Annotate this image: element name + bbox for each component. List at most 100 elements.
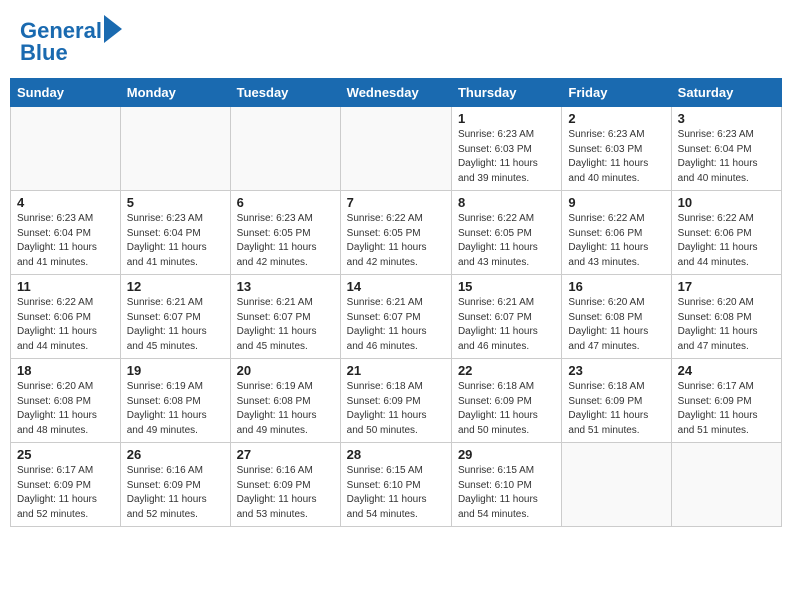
day-number: 18 [17,363,114,378]
day-number: 16 [568,279,664,294]
day-number: 20 [237,363,334,378]
day-number: 25 [17,447,114,462]
day-number: 13 [237,279,334,294]
col-header-sunday: Sunday [11,79,121,107]
calendar-cell: 8Sunrise: 6:22 AM Sunset: 6:05 PM Daylig… [451,191,561,275]
calendar-cell: 6 Sunrise: 6:23 AM Sunset: 6:05 PM Daylig… [230,191,340,275]
day-number: 5 [127,195,224,210]
calendar-cell: 12 Sunrise: 6:21 AM Sunset: 6:07 PM Dayli… [120,275,230,359]
calendar-cell: 4 Sunrise: 6:23 AM Sunset: 6:04 PM Daylig… [11,191,121,275]
day-number: 6 [237,195,334,210]
day-info: Sunrise: 6:21 AM Sunset: 6:07 PM Dayligh… [347,296,445,354]
day-number: 14 [347,279,445,294]
day-info: Sunrise: 6:23 AM Sunset: 6:04 PM Dayligh… [17,212,114,270]
day-number: 2 [568,111,664,126]
day-info: Sunrise: 6:16 AM Sunset: 6:09 PM Dayligh… [237,464,334,522]
calendar-cell [671,443,781,527]
day-info: Sunrise: 6:18 AM Sunset: 6:09 PM Dayligh… [458,380,555,438]
calendar-cell [11,107,121,191]
day-number: 11 [17,279,114,294]
day-number: 29 [458,447,555,462]
day-number: 9 [568,195,664,210]
calendar-cell: 25 Sunrise: 6:17 AM Sunset: 6:09 PM Dayli… [11,443,121,527]
calendar-cell: 9 Sunrise: 6:22 AM Sunset: 6:06 PM Daylig… [562,191,671,275]
day-info: Sunrise: 6:15 AM Sunset: 6:10 PM Dayligh… [458,464,555,522]
day-info: Sunrise: 6:22 AM Sunset: 6:06 PM Dayligh… [17,296,114,354]
logo: General Blue [20,18,122,66]
calendar-cell: 11 Sunrise: 6:22 AM Sunset: 6:06 PM Dayli… [11,275,121,359]
calendar-cell [120,107,230,191]
day-number: 19 [127,363,224,378]
day-number: 24 [678,363,775,378]
calendar-cell: 27 Sunrise: 6:16 AM Sunset: 6:09 PM Dayli… [230,443,340,527]
calendar-cell [562,443,671,527]
col-header-wednesday: Wednesday [340,79,451,107]
calendar-cell: 16 Sunrise: 6:20 AM Sunset: 6:08 PM Dayli… [562,275,671,359]
day-info: Sunrise: 6:21 AM Sunset: 6:07 PM Dayligh… [458,296,555,354]
day-number: 8 [458,195,555,210]
col-header-saturday: Saturday [671,79,781,107]
day-info: Sunrise: 6:22 AM Sunset: 6:06 PM Dayligh… [568,212,664,270]
calendar-cell: 26 Sunrise: 6:16 AM Sunset: 6:09 PM Dayli… [120,443,230,527]
day-info: Sunrise: 6:17 AM Sunset: 6:09 PM Dayligh… [17,464,114,522]
calendar-cell: 17 Sunrise: 6:20 AM Sunset: 6:08 PM Dayli… [671,275,781,359]
day-info: Sunrise: 6:23 AM Sunset: 6:04 PM Dayligh… [127,212,224,270]
day-number: 7 [347,195,445,210]
calendar-cell: 3 Sunrise: 6:23 AM Sunset: 6:04 PM Daylig… [671,107,781,191]
day-info: Sunrise: 6:23 AM Sunset: 6:03 PM Dayligh… [568,128,664,186]
day-number: 26 [127,447,224,462]
calendar-cell: 23 Sunrise: 6:18 AM Sunset: 6:09 PM Dayli… [562,359,671,443]
day-info: Sunrise: 6:22 AM Sunset: 6:06 PM Dayligh… [678,212,775,270]
day-number: 17 [678,279,775,294]
day-info: Sunrise: 6:22 AM Sunset: 6:05 PM Dayligh… [347,212,445,270]
day-number: 27 [237,447,334,462]
day-info: Sunrise: 6:19 AM Sunset: 6:08 PM Dayligh… [237,380,334,438]
calendar-cell: 24 Sunrise: 6:17 AM Sunset: 6:09 PM Dayli… [671,359,781,443]
calendar-cell: 29 Sunrise: 6:15 AM Sunset: 6:10 PM Dayli… [451,443,561,527]
calendar-cell: 20 Sunrise: 6:19 AM Sunset: 6:08 PM Dayli… [230,359,340,443]
day-number: 1 [458,111,555,126]
day-info: Sunrise: 6:19 AM Sunset: 6:08 PM Dayligh… [127,380,224,438]
day-number: 12 [127,279,224,294]
logo-arrow-icon [104,15,122,43]
day-info: Sunrise: 6:16 AM Sunset: 6:09 PM Dayligh… [127,464,224,522]
calendar-cell: 22 Sunrise: 6:18 AM Sunset: 6:09 PM Dayli… [451,359,561,443]
day-number: 3 [678,111,775,126]
day-number: 22 [458,363,555,378]
col-header-monday: Monday [120,79,230,107]
calendar-cell: 21 Sunrise: 6:18 AM Sunset: 6:09 PM Dayli… [340,359,451,443]
day-info: Sunrise: 6:23 AM Sunset: 6:04 PM Dayligh… [678,128,775,186]
day-info: Sunrise: 6:15 AM Sunset: 6:10 PM Dayligh… [347,464,445,522]
day-info: Sunrise: 6:18 AM Sunset: 6:09 PM Dayligh… [347,380,445,438]
calendar-cell [340,107,451,191]
calendar: SundayMondayTuesdayWednesdayThursdayFrid… [10,78,782,527]
col-header-tuesday: Tuesday [230,79,340,107]
day-info: Sunrise: 6:21 AM Sunset: 6:07 PM Dayligh… [127,296,224,354]
day-number: 10 [678,195,775,210]
day-info: Sunrise: 6:18 AM Sunset: 6:09 PM Dayligh… [568,380,664,438]
day-number: 4 [17,195,114,210]
day-info: Sunrise: 6:20 AM Sunset: 6:08 PM Dayligh… [17,380,114,438]
calendar-cell: 10 Sunrise: 6:22 AM Sunset: 6:06 PM Dayli… [671,191,781,275]
calendar-cell: 7 Sunrise: 6:22 AM Sunset: 6:05 PM Daylig… [340,191,451,275]
calendar-cell: 13 Sunrise: 6:21 AM Sunset: 6:07 PM Dayli… [230,275,340,359]
calendar-cell: 5 Sunrise: 6:23 AM Sunset: 6:04 PM Daylig… [120,191,230,275]
day-info: Sunrise: 6:23 AM Sunset: 6:05 PM Dayligh… [237,212,334,270]
day-number: 28 [347,447,445,462]
calendar-cell: 19 Sunrise: 6:19 AM Sunset: 6:08 PM Dayli… [120,359,230,443]
calendar-cell [230,107,340,191]
calendar-cell: 14 Sunrise: 6:21 AM Sunset: 6:07 PM Dayli… [340,275,451,359]
day-info: Sunrise: 6:20 AM Sunset: 6:08 PM Dayligh… [568,296,664,354]
col-header-friday: Friday [562,79,671,107]
day-info: Sunrise: 6:21 AM Sunset: 6:07 PM Dayligh… [237,296,334,354]
calendar-cell: 2 Sunrise: 6:23 AM Sunset: 6:03 PM Daylig… [562,107,671,191]
day-number: 15 [458,279,555,294]
calendar-cell: 28 Sunrise: 6:15 AM Sunset: 6:10 PM Dayli… [340,443,451,527]
day-number: 23 [568,363,664,378]
calendar-cell: 1 Sunrise: 6:23 AM Sunset: 6:03 PM Daylig… [451,107,561,191]
day-info: Sunrise: 6:23 AM Sunset: 6:03 PM Dayligh… [458,128,555,186]
day-info: Sunrise: 6:20 AM Sunset: 6:08 PM Dayligh… [678,296,775,354]
day-info: Sunrise: 6:17 AM Sunset: 6:09 PM Dayligh… [678,380,775,438]
calendar-cell: 18 Sunrise: 6:20 AM Sunset: 6:08 PM Dayli… [11,359,121,443]
day-number: 21 [347,363,445,378]
